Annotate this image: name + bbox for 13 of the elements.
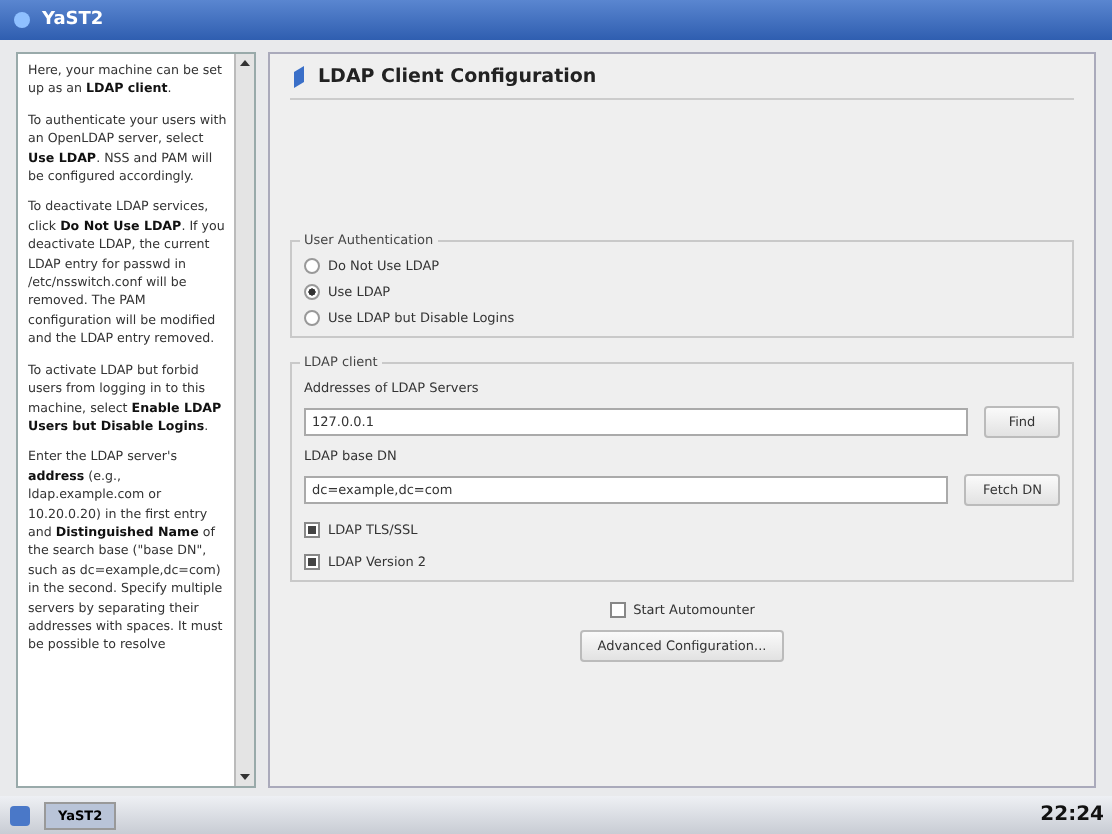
- app-icon: [12, 10, 32, 30]
- clock: 22:24: [1040, 804, 1104, 826]
- window-title: YaST2: [42, 10, 104, 30]
- radio-button[interactable]: [304, 258, 320, 274]
- radio-button[interactable]: [304, 284, 320, 300]
- scrollbar[interactable]: [234, 54, 254, 786]
- page-title: LDAP Client Configuration: [318, 66, 597, 88]
- radio-button[interactable]: [304, 310, 320, 326]
- ldap-client-icon: [290, 66, 308, 88]
- checkbox[interactable]: [304, 522, 320, 538]
- checkbox[interactable]: [609, 602, 626, 618]
- checkbox[interactable]: [304, 554, 320, 570]
- start-menu-icon[interactable]: [8, 803, 32, 827]
